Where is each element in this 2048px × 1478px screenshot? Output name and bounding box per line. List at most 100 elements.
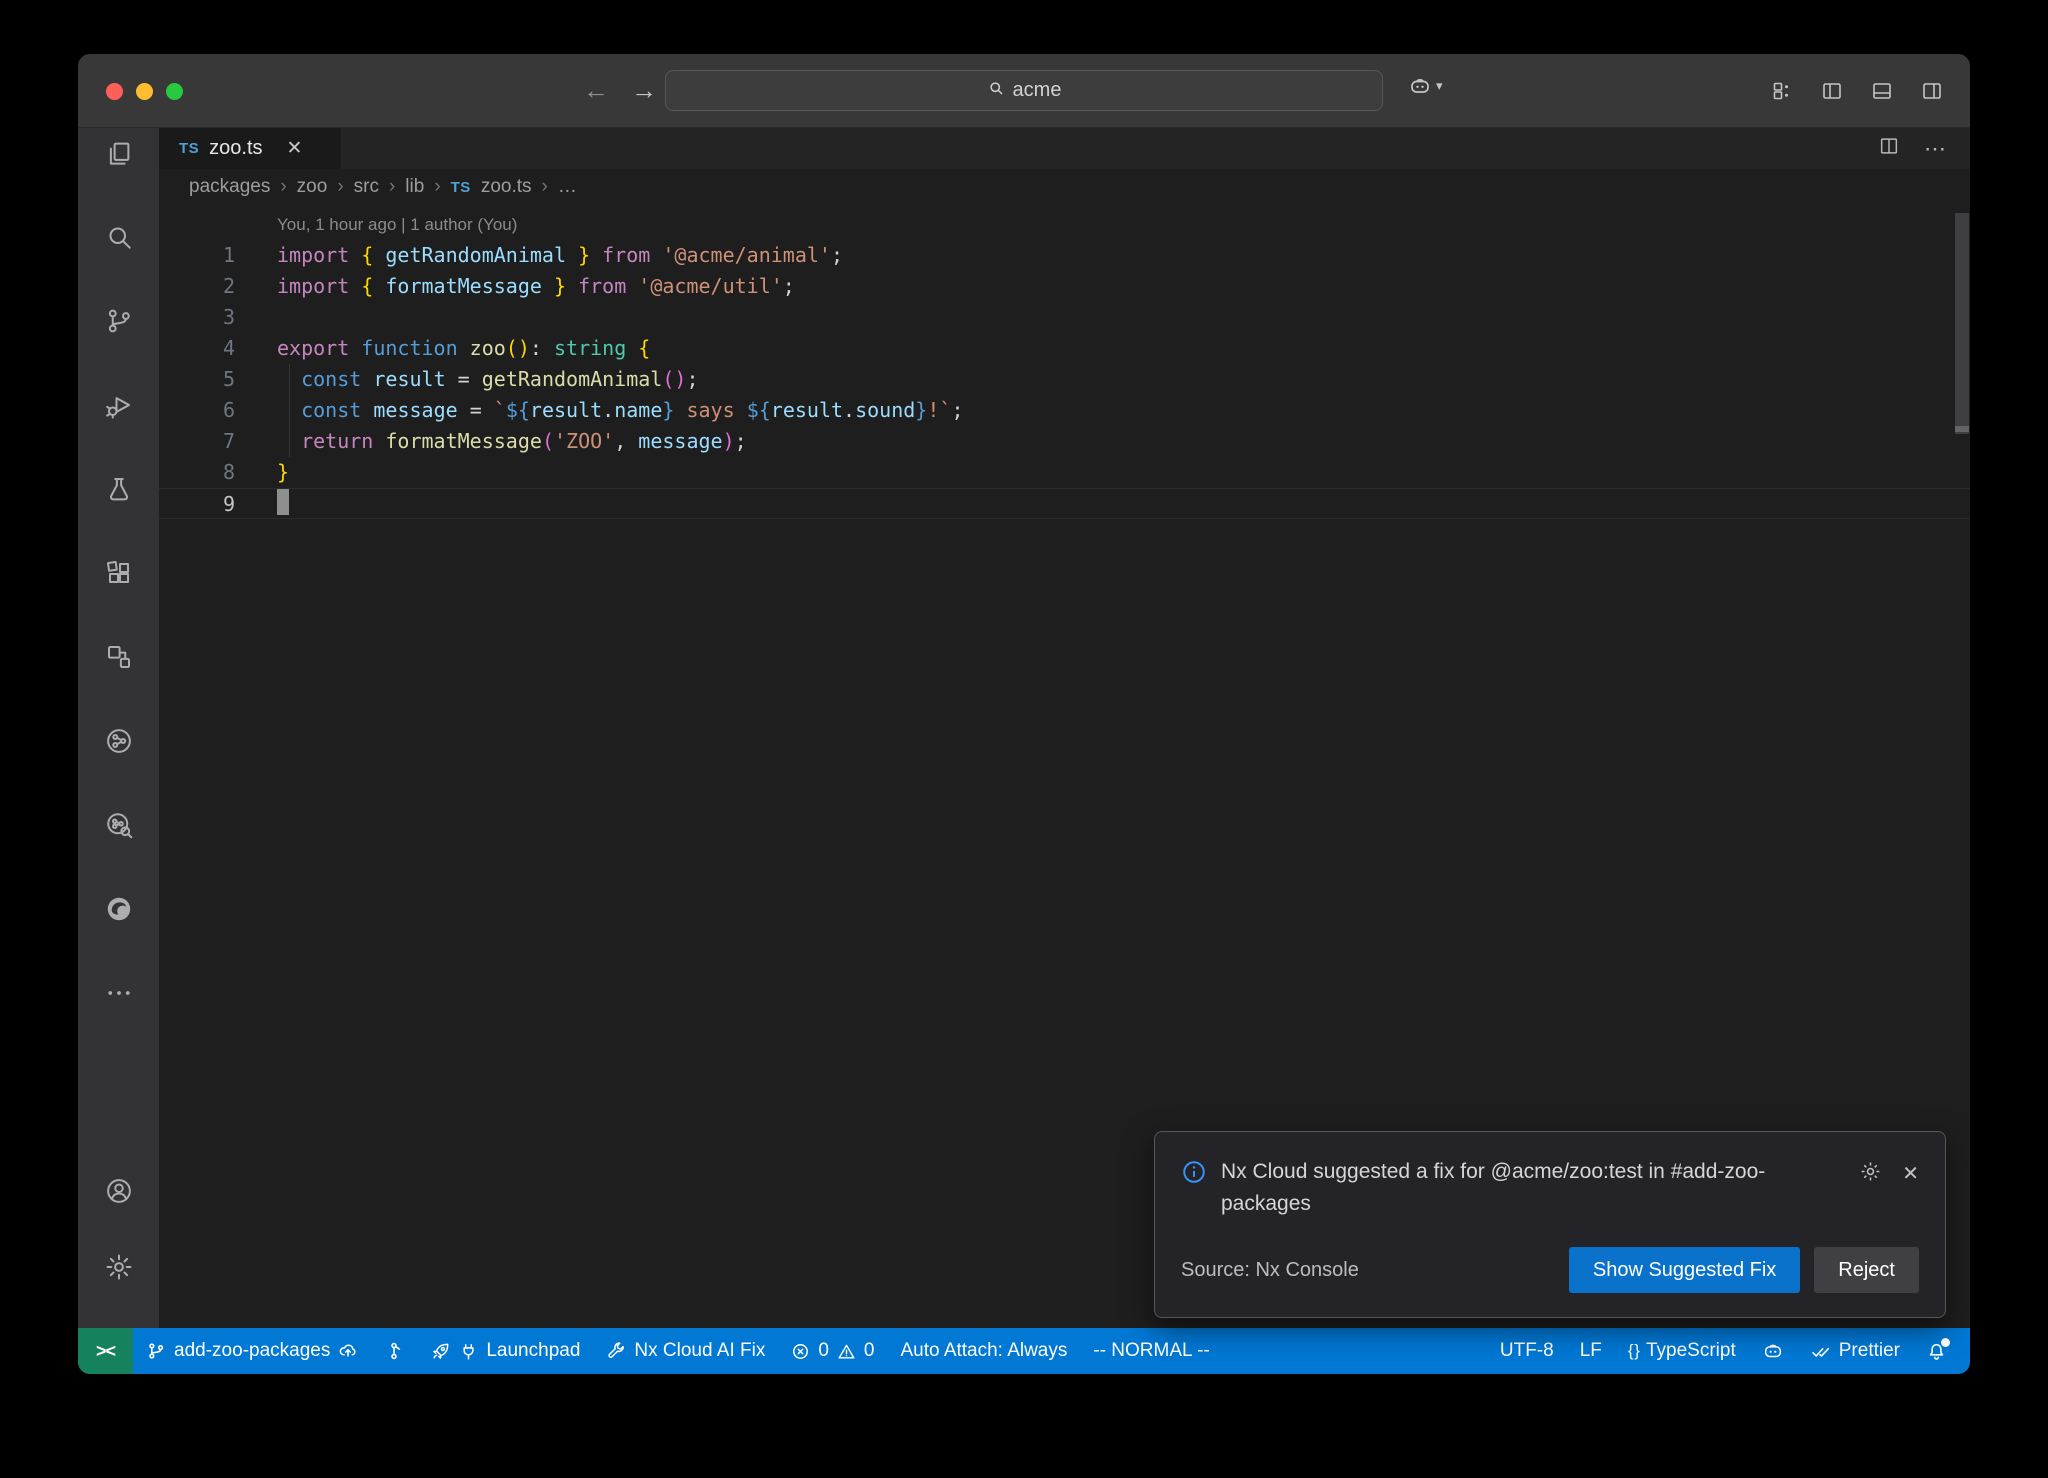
status-language-label: TypeScript — [1646, 1340, 1736, 1362]
status-launchpad[interactable]: Launchpad — [417, 1328, 593, 1374]
zoom-window-button[interactable] — [166, 83, 183, 100]
activity-item-nx-graph-search[interactable] — [95, 810, 143, 840]
plug-icon — [459, 1342, 478, 1361]
notification-settings-icon[interactable] — [1859, 1160, 1882, 1188]
toggle-secondary-sidebar-icon[interactable] — [1920, 79, 1944, 103]
tab-bar: TS zoo.ts ✕ ⋯ — [159, 128, 1970, 169]
remote-indicator-icon: >< — [96, 1341, 115, 1362]
code-line[interactable]: 7 return formatMessage('ZOO', message); — [159, 426, 1970, 457]
status-prettier-label: Prettier — [1839, 1340, 1900, 1362]
activity-item-run-debug[interactable] — [95, 390, 143, 420]
editor-scrollbar[interactable] — [1955, 213, 1969, 434]
code-line[interactable]: 9 — [159, 488, 1970, 519]
show-suggested-fix-button[interactable]: Show Suggested Fix — [1569, 1247, 1800, 1293]
status-git-branch-label: add-zoo-packages — [174, 1340, 330, 1362]
activity-item-testing[interactable] — [95, 474, 143, 504]
activity-item-extensions[interactable] — [95, 558, 143, 588]
breadcrumb-separator-icon: › — [337, 176, 343, 198]
breadcrumb-item-zoo[interactable]: zoo — [297, 176, 328, 198]
status-encoding-label: UTF-8 — [1500, 1340, 1554, 1362]
navigate-forward-icon[interactable]: → — [631, 75, 657, 106]
nx-graph-search-icon — [104, 810, 134, 840]
status-encoding[interactable]: UTF-8 — [1487, 1328, 1567, 1374]
status-vim-mode[interactable]: -- NORMAL -- — [1080, 1328, 1222, 1374]
activity-item-accounts[interactable] — [95, 1176, 143, 1206]
breadcrumb-separator-icon: › — [389, 176, 395, 198]
code-line[interactable]: 1import { getRandomAnimal } from '@acme/… — [159, 240, 1970, 271]
command-center-search[interactable]: acme — [665, 70, 1383, 111]
code-line-content: return formatMessage('ZOO', message); — [235, 426, 747, 457]
warning-count: 0 — [864, 1340, 875, 1362]
code-line[interactable]: 2import { formatMessage } from '@acme/ut… — [159, 271, 1970, 302]
customize-layout-icon[interactable] — [1770, 79, 1794, 103]
activity-item-search[interactable] — [95, 222, 143, 252]
breadcrumb-separator-icon: › — [280, 176, 286, 198]
scm-graph-icon — [384, 1341, 404, 1361]
code-line-content: const result = getRandomAnimal(); — [235, 364, 699, 395]
status-nx-cloud-ai-fix[interactable]: Nx Cloud AI Fix — [593, 1328, 778, 1374]
settings-icon — [104, 1252, 134, 1282]
activity-item-explorer[interactable] — [95, 138, 143, 168]
copilot-menu-button[interactable]: ▾ — [1408, 74, 1443, 98]
activity-item-source-control[interactable] — [95, 306, 143, 336]
close-tab-icon[interactable]: ✕ — [287, 137, 303, 160]
indent-guide — [289, 364, 290, 457]
search-icon — [987, 79, 1005, 103]
extensions-icon — [104, 558, 134, 588]
line-number — [159, 209, 235, 240]
code-line[interactable]: 4export function zoo(): string { — [159, 333, 1970, 364]
status-source-control-graph[interactable] — [371, 1328, 417, 1374]
activity-item-settings[interactable] — [95, 1252, 143, 1282]
edge-devtools-icon — [104, 894, 134, 924]
typescript-file-icon: TS — [451, 179, 471, 196]
breadcrumb-item-lib[interactable]: lib — [405, 176, 424, 198]
more-views-icon — [104, 978, 134, 1008]
status-problems[interactable]: 00 — [778, 1328, 887, 1374]
activity-item-nx-project-graph[interactable] — [95, 726, 143, 756]
navigate-back-icon[interactable]: ← — [583, 75, 609, 106]
status-git-branch[interactable]: add-zoo-packages — [133, 1328, 371, 1374]
explorer-icon — [104, 138, 134, 168]
status-language[interactable]: { }TypeScript — [1615, 1328, 1749, 1374]
breadcrumb-separator-icon: › — [542, 176, 548, 198]
code-line-content: const message = `${result.name} says ${r… — [235, 395, 963, 426]
nx-project-graph-icon — [104, 726, 134, 756]
toggle-primary-sidebar-icon[interactable] — [1820, 79, 1844, 103]
notification-badge — [1941, 1338, 1950, 1347]
double-check-icon — [1810, 1341, 1831, 1362]
minimize-window-button[interactable] — [136, 83, 153, 100]
status-prettier[interactable]: Prettier — [1797, 1328, 1913, 1374]
close-window-button[interactable] — [106, 83, 123, 100]
status-eol[interactable]: LF — [1567, 1328, 1615, 1374]
toggle-panel-icon[interactable] — [1870, 79, 1894, 103]
wrench-icon — [606, 1341, 626, 1361]
code-line[interactable]: 6 const message = `${result.name} says $… — [159, 395, 1970, 426]
code-line[interactable]: 8} — [159, 457, 1970, 488]
code-line[interactable]: 5 const result = getRandomAnimal(); — [159, 364, 1970, 395]
status-nx-cloud-ai-fix-label: Nx Cloud AI Fix — [634, 1340, 765, 1362]
breadcrumb-item-src[interactable]: src — [354, 176, 379, 198]
status-remote[interactable]: >< — [78, 1328, 133, 1374]
split-editor-icon[interactable] — [1878, 135, 1900, 162]
breadcrumb-symbol-tail[interactable]: … — [558, 176, 577, 198]
status-copilot[interactable] — [1749, 1328, 1797, 1374]
status-notifications[interactable] — [1913, 1328, 1960, 1374]
status-bar: >< add-zoo-packages Launchpad Nx Cloud AI F… — [78, 1328, 1970, 1374]
status-auto-attach[interactable]: Auto Attach: Always — [888, 1328, 1081, 1374]
command-center-text: acme — [1013, 79, 1062, 102]
line-number: 4 — [159, 333, 235, 364]
breadcrumbs: packages›zoo›src›lib›TSzoo.ts›… — [159, 169, 1970, 205]
activity-item-nx-console[interactable] — [95, 642, 143, 672]
tab-zoo-ts[interactable]: TS zoo.ts ✕ — [159, 128, 341, 169]
activity-item-more-views[interactable] — [95, 978, 143, 1008]
reject-button[interactable]: Reject — [1814, 1247, 1919, 1293]
chevron-down-icon: ▾ — [1436, 78, 1443, 94]
status-launchpad-label: Launchpad — [486, 1340, 580, 1362]
notification-close-icon[interactable]: ✕ — [1902, 1161, 1919, 1186]
breadcrumb-item-file[interactable]: zoo.ts — [481, 176, 532, 198]
code-line[interactable]: 3 — [159, 302, 1970, 333]
more-actions-icon[interactable]: ⋯ — [1924, 136, 1948, 162]
activity-item-edge-devtools[interactable] — [95, 894, 143, 924]
breadcrumb-item-packages[interactable]: packages — [189, 176, 270, 198]
info-icon — [1181, 1156, 1207, 1190]
